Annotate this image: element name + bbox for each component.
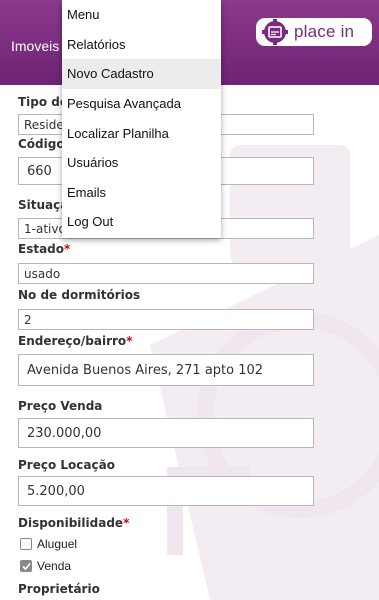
disponibilidade-label: Disponibilidade* xyxy=(18,516,130,530)
menu-item-relatorios[interactable]: Relatórios xyxy=(62,30,221,60)
estado-value: usado xyxy=(24,266,61,281)
venda-label: Venda xyxy=(37,559,72,573)
aluguel-label: Aluguel xyxy=(37,537,78,551)
codigo-value: 660 xyxy=(27,163,52,179)
estado-select[interactable]: usado xyxy=(18,263,314,284)
required-marker: * xyxy=(126,334,133,348)
proprietario-label: Proprietário xyxy=(18,582,100,596)
menu-item-log-out[interactable]: Log Out xyxy=(62,207,221,237)
menu-item-menu[interactable]: Menu xyxy=(62,0,221,30)
menu-item-novo-cadastro[interactable]: Novo Cadastro xyxy=(62,59,221,89)
header-title: Imoveis xyxy=(11,38,60,54)
menu-item-localizar-planilha[interactable]: Localizar Planilha xyxy=(62,118,221,148)
endereco-label: Endereço/bairro* xyxy=(18,334,133,348)
codigo-label: Código xyxy=(18,137,65,151)
venda-option[interactable]: Venda xyxy=(20,559,71,573)
dormitorios-value: 2 xyxy=(24,312,32,327)
menu-item-emails[interactable]: Emails xyxy=(62,178,221,208)
aluguel-option[interactable]: Aluguel xyxy=(20,537,77,551)
preco-locacao-input[interactable]: 5.200,00 xyxy=(18,476,314,506)
situacao-label: Situaçã xyxy=(18,198,69,212)
preco-venda-label: Preço Venda xyxy=(18,399,103,413)
tipo-label: Tipo de xyxy=(18,95,69,109)
check-icon xyxy=(21,562,31,570)
tipo-value: Reside xyxy=(24,117,64,132)
venda-checkbox[interactable] xyxy=(20,560,32,572)
preco-locacao-value: 5.200,00 xyxy=(27,483,85,499)
dormitorios-label: No de dormitórios xyxy=(18,288,141,302)
preco-venda-value: 230.000,00 xyxy=(27,425,102,441)
dormitorios-select[interactable]: 2 xyxy=(18,309,314,330)
required-marker: * xyxy=(123,516,130,530)
brand-logo[interactable]: place in xyxy=(256,18,372,46)
aluguel-checkbox[interactable] xyxy=(20,538,32,550)
required-marker: * xyxy=(64,242,71,256)
estado-label: Estado* xyxy=(18,242,71,256)
situacao-value: 1-ativo xyxy=(24,221,66,236)
logo-gear-icon xyxy=(262,19,288,45)
menu-item-pesquisa-avancada[interactable]: Pesquisa Avançada xyxy=(62,89,221,119)
endereco-input[interactable]: Avenida Buenos Aires, 271 apto 102 xyxy=(18,354,314,386)
endereco-value: Avenida Buenos Aires, 271 apto 102 xyxy=(27,362,264,378)
preco-locacao-label: Preço Locação xyxy=(18,458,115,472)
logo-text: place in xyxy=(294,22,355,41)
menu-item-usuarios[interactable]: Usuários xyxy=(62,148,221,178)
nav-dropdown-menu: Menu Relatórios Novo Cadastro Pesquisa A… xyxy=(62,0,221,238)
preco-venda-input[interactable]: 230.000,00 xyxy=(18,418,314,448)
